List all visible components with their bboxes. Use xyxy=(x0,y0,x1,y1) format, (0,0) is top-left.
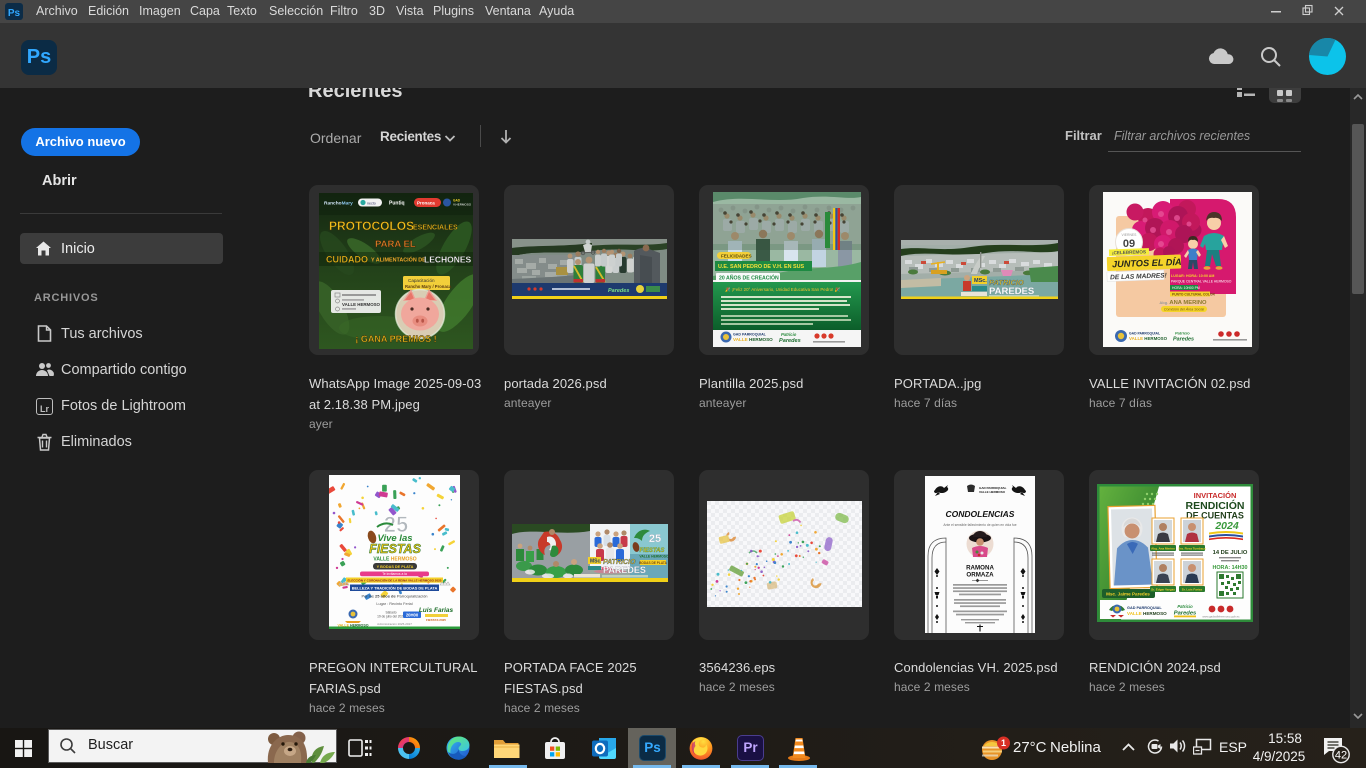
svg-text:HORA: 14H30: HORA: 14H30 xyxy=(1212,565,1247,571)
svg-text:CONDOLENCIAS: CONDOLENCIAS xyxy=(946,509,1015,519)
svg-text:Patricio: Patricio xyxy=(1177,604,1193,609)
svg-text:20H00: 20H00 xyxy=(406,613,419,618)
svg-text:BELLEZA Y TRADICIÓN DE BODAS D: BELLEZA Y TRADICIÓN DE BODAS DE PLATA xyxy=(352,586,438,591)
svg-text:Paredes: Paredes xyxy=(779,338,801,344)
svg-text:CUIDADO: CUIDADO xyxy=(326,255,368,265)
svg-text:Rancho Mary / Pronaca: Rancho Mary / Pronaca xyxy=(405,284,452,289)
svg-text:42: 42 xyxy=(1335,750,1347,762)
svg-text:Lugar : Recinto Ferial: Lugar : Recinto Ferial xyxy=(376,602,412,606)
svg-text:LECHONES: LECHONES xyxy=(424,255,472,265)
svg-text:www.gadvallehermoso.gob.ec: www.gadvallehermoso.gob.ec xyxy=(1202,615,1240,619)
svg-text:Administración 2025-2027: Administración 2025-2027 xyxy=(377,622,412,626)
svg-text:Sr. Luis Farias: Sr. Luis Farias xyxy=(1182,588,1203,592)
svg-text:VALLE HERMOSO: VALLE HERMOSO xyxy=(1127,611,1167,616)
svg-text:Por los 25 años de Parroquiali: Por los 25 años de Parroquialización xyxy=(361,594,427,599)
svg-text:FIESTAS: FIESTAS xyxy=(640,548,665,554)
svg-text:ELECCIÓN Y CORONACIÓN DE LA RE: ELECCIÓN Y CORONACIÓN DE LA REINA VALLE … xyxy=(348,577,442,582)
svg-text:ORMAZA: ORMAZA xyxy=(966,572,994,579)
svg-text:FIESTAS: FIESTAS xyxy=(369,542,422,556)
svg-text:MSc.: MSc. xyxy=(974,278,987,284)
svg-text:VIERNES: VIERNES xyxy=(1122,233,1138,237)
svg-text:PAREDES: PAREDES xyxy=(603,565,646,575)
svg-text:Abg. Ana Merino: Abg. Ana Merino xyxy=(1151,547,1175,551)
svg-text:14 DE JULIO: 14 DE JULIO xyxy=(1213,550,1248,556)
svg-text:25: 25 xyxy=(649,533,661,545)
svg-text:FIESTAS 2025: FIESTAS 2025 xyxy=(426,618,446,622)
svg-text:VALLE HERMOSO: VALLE HERMOSO xyxy=(979,490,1006,494)
svg-text:Patricio: Patricio xyxy=(1175,331,1190,336)
svg-text:Y BODAS DE PLATA: Y BODAS DE PLATA xyxy=(377,565,414,569)
svg-text:V.HERMOSO: V.HERMOSO xyxy=(453,203,472,207)
svg-text:PARA EL: PARA EL xyxy=(375,239,416,250)
svg-text:Puntiq: Puntiq xyxy=(389,201,405,207)
svg-text:MSc.: MSc. xyxy=(590,559,602,565)
svg-text:VALLE HERMOSO: VALLE HERMOSO xyxy=(1129,336,1168,341)
svg-text:PROTOCOLOS: PROTOCOLOS xyxy=(329,219,414,233)
svg-text:Sra. Rosa Tumbaco: Sra. Rosa Tumbaco xyxy=(1178,547,1206,551)
svg-text:VALLE HERMOSO: VALLE HERMOSO xyxy=(639,555,668,559)
svg-text:Patricio: Patricio xyxy=(781,332,797,337)
svg-text:VALLE HERMOSO: VALLE HERMOSO xyxy=(733,337,773,342)
svg-text:Capacitación: Capacitación xyxy=(408,278,435,283)
svg-text:LUGAR: HORA: 10:00 AM: LUGAR: HORA: 10:00 AM xyxy=(1171,274,1214,278)
svg-text:RanchoMary: RanchoMary xyxy=(324,201,353,207)
svg-text:VALLE HERMOSO: VALLE HERMOSO xyxy=(342,302,381,307)
svg-text:GAD PARROQUIAL: GAD PARROQUIAL xyxy=(1127,606,1162,610)
svg-text:GAD PARROQUIAL: GAD PARROQUIAL xyxy=(1129,332,1160,336)
svg-text:GAD PARROQUIAL: GAD PARROQUIAL xyxy=(733,333,767,337)
svg-text:PARQUE CENTRAL VALLE HERMOSO: PARQUE CENTRAL VALLE HERMOSO xyxy=(1171,280,1232,284)
svg-text:Y ALIMENTACIÓN DE: Y ALIMENTACIÓN DE xyxy=(371,256,426,264)
svg-text:INVITACIÓN: INVITACIÓN xyxy=(1194,491,1237,500)
svg-text:necto: necto xyxy=(367,201,376,205)
svg-text:RAMONA: RAMONA xyxy=(966,565,994,572)
svg-text:¡ GANA PREMIOS !: ¡ GANA PREMIOS ! xyxy=(355,334,436,344)
svg-text:Ante el sensible fallecimiento: Ante el sensible fallecimiento de quien … xyxy=(943,523,1016,527)
svg-text:2024: 2024 xyxy=(1214,520,1239,532)
svg-text:Comisión del Área Social: Comisión del Área Social xyxy=(1164,308,1204,312)
svg-text:U.E. SAN PEDRO DE V.H. EN SUS: U.E. SAN PEDRO DE V.H. EN SUS xyxy=(718,264,804,270)
svg-text:Pronaca: Pronaca xyxy=(417,201,435,206)
svg-text:ESENCIALES: ESENCIALES xyxy=(413,225,458,232)
svg-text:VALLE HERMOSO: VALLE HERMOSO xyxy=(373,557,416,563)
svg-text:20 AÑOS DE CREACIÓN: 20 AÑOS DE CREACIÓN xyxy=(719,274,779,282)
svg-text:Sr. Edgar Vargas: Sr. Edgar Vargas xyxy=(1151,588,1175,592)
svg-text:09: 09 xyxy=(1123,238,1135,250)
svg-text:Paredes: Paredes xyxy=(608,288,629,294)
svg-text:PUNTO CULTURAL COLOR: PUNTO CULTURAL COLOR xyxy=(1172,293,1215,297)
svg-text:Te invitamos a la: Te invitamos a la xyxy=(382,572,407,576)
svg-text:Luis Farias: Luis Farias xyxy=(419,607,454,614)
svg-text:Msc. Jaime Paredes: Msc. Jaime Paredes xyxy=(1106,592,1150,597)
svg-text:Paredes: Paredes xyxy=(1173,337,1194,343)
svg-text:1: 1 xyxy=(1001,738,1006,748)
svg-text:FELICIDADES: FELICIDADES xyxy=(721,254,752,259)
svg-text:HORA: 10H00 PM: HORA: 10H00 PM xyxy=(1172,286,1200,290)
svg-text:19 de julio del 2025: 19 de julio del 2025 xyxy=(377,615,405,619)
